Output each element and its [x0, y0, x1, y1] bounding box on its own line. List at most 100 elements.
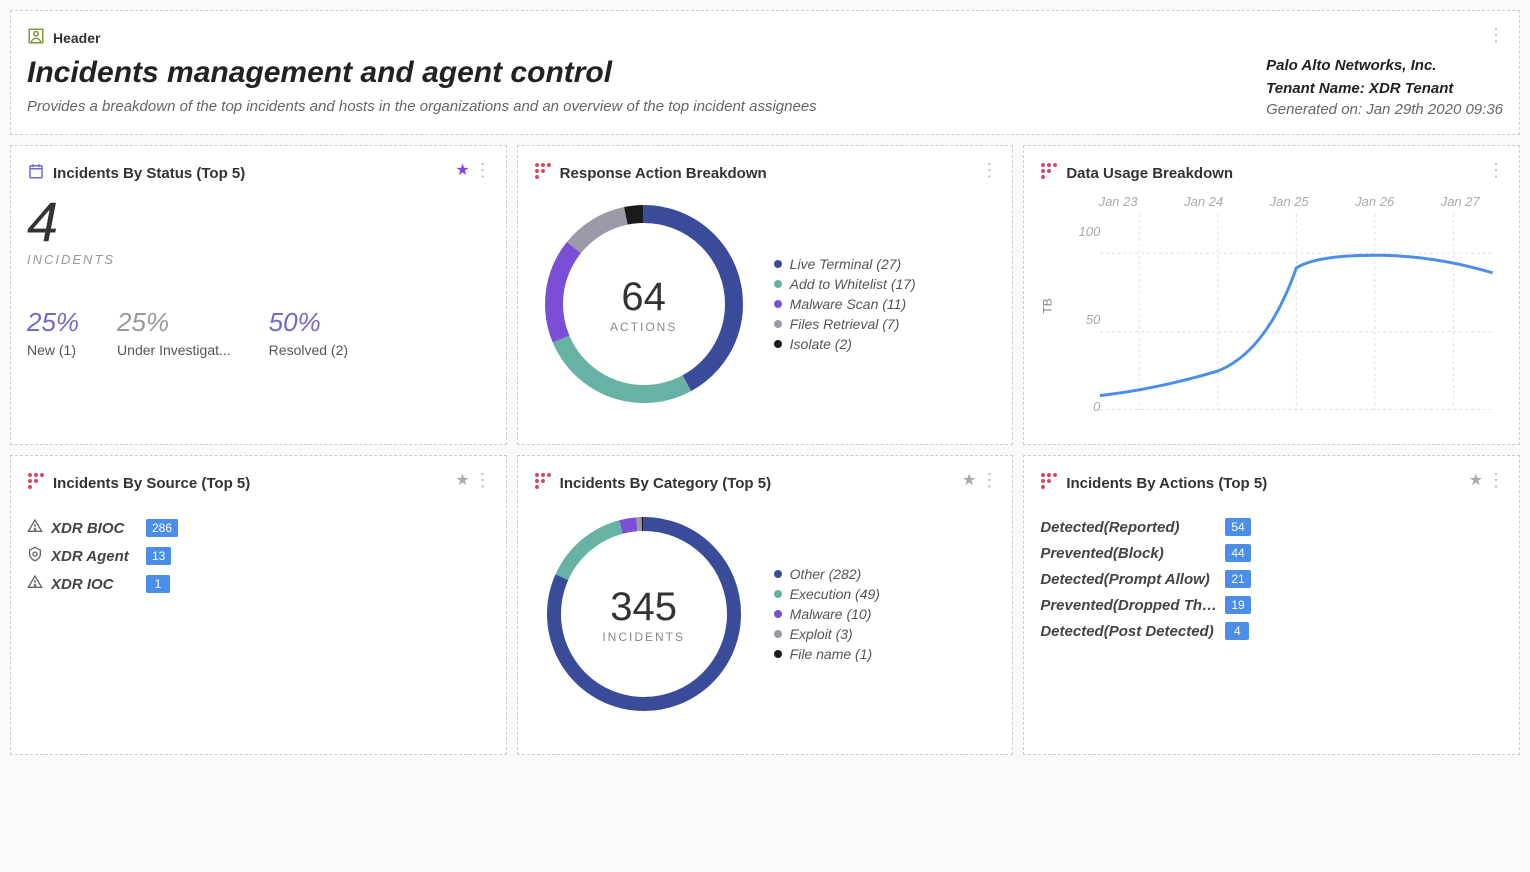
- category-total-label: INCIDENTS: [602, 630, 685, 644]
- panel-menu-icon[interactable]: ⋮: [474, 470, 492, 491]
- favorite-star-icon[interactable]: ★: [455, 160, 469, 180]
- legend-label: Malware Scan (11): [790, 296, 906, 312]
- x-label: Jan 24: [1184, 194, 1223, 209]
- y-label: 0: [1093, 399, 1100, 414]
- panel-menu-icon[interactable]: ⋮: [1487, 25, 1505, 46]
- bar-track: [1259, 575, 1503, 583]
- bar-track: [1259, 549, 1503, 557]
- legend-label: Files Retrieval (7): [790, 316, 900, 332]
- response-panel: Response Action Breakdown ⋮ 64 ACTIONS L…: [517, 145, 1014, 445]
- bar-track: [186, 524, 490, 532]
- action-count-badge: 19: [1225, 596, 1250, 614]
- category-total: 345: [610, 585, 677, 630]
- action-name: Detected(Reported): [1040, 519, 1225, 536]
- new-label: New (1): [27, 342, 79, 358]
- bar-track: [1259, 523, 1503, 531]
- action-name: Prevented(Dropped The ...: [1040, 597, 1225, 614]
- favorite-star-icon[interactable]: ★: [1469, 470, 1483, 490]
- response-donut-chart[interactable]: 64 ACTIONS: [534, 194, 754, 414]
- response-total-label: ACTIONS: [610, 320, 677, 334]
- panel-menu-icon[interactable]: ⋮: [980, 160, 998, 181]
- y-label: 50: [1086, 312, 1100, 327]
- actions-panel: Incidents By Actions (Top 5) ★ ⋮ Detecte…: [1023, 455, 1520, 755]
- incident-count-label: INCIDENTS: [27, 252, 490, 267]
- company-name: Palo Alto Networks, Inc.: [1266, 57, 1503, 74]
- investigating-label: Under Investigat...: [117, 342, 231, 358]
- favorite-star-icon[interactable]: ★: [455, 470, 469, 490]
- category-panel: Incidents By Category (Top 5) ★ ⋮ 345 IN…: [517, 455, 1014, 755]
- category-donut-chart[interactable]: 345 INCIDENTS: [534, 504, 754, 724]
- action-row[interactable]: Detected(Prompt Allow)21: [1040, 570, 1503, 588]
- grid-icon: [1040, 472, 1058, 494]
- category-title: Incidents By Category (Top 5): [560, 475, 771, 492]
- source-row[interactable]: XDR Agent13: [27, 546, 490, 566]
- action-row[interactable]: Prevented(Dropped The ...19: [1040, 596, 1503, 614]
- header-meta: Palo Alto Networks, Inc. Tenant Name: XD…: [1266, 27, 1503, 118]
- new-pct: 25%: [27, 307, 79, 338]
- action-count-badge: 21: [1225, 570, 1250, 588]
- action-count-badge: 44: [1225, 544, 1250, 562]
- bar-track: [1257, 627, 1503, 635]
- x-label: Jan 26: [1355, 194, 1394, 209]
- header-icon: [27, 27, 45, 48]
- legend-label: Live Terminal (27): [790, 256, 902, 272]
- bar-track: [179, 552, 489, 560]
- incident-count: 4: [27, 194, 490, 250]
- category-legend: Other (282) Execution (49) Malware (10) …: [774, 562, 880, 666]
- panel-menu-icon[interactable]: ⋮: [980, 470, 998, 491]
- panel-menu-icon[interactable]: ⋮: [1487, 470, 1505, 491]
- page-subtitle: Provides a breakdown of the top incident…: [27, 98, 817, 115]
- bar-track: [1259, 601, 1503, 609]
- grid-icon: [1040, 162, 1058, 184]
- y-axis-unit: TB: [1041, 298, 1055, 313]
- source-name: XDR IOC: [51, 576, 146, 593]
- source-count-badge: 1: [146, 575, 170, 593]
- panel-menu-icon[interactable]: ⋮: [1487, 160, 1505, 181]
- source-panel: Incidents By Source (Top 5) ★ ⋮ XDR BIOC…: [10, 455, 507, 755]
- actions-title: Incidents By Actions (Top 5): [1066, 475, 1267, 492]
- action-count-badge: 54: [1225, 518, 1250, 536]
- header-label-row: Header: [27, 27, 817, 48]
- panel-menu-icon[interactable]: ⋮: [474, 160, 492, 181]
- source-row[interactable]: XDR BIOC286: [27, 518, 490, 538]
- grid-icon: [27, 472, 45, 494]
- legend-label: File name (1): [790, 646, 872, 662]
- investigating-pct: 25%: [117, 307, 231, 338]
- action-count-badge: 4: [1225, 622, 1249, 640]
- legend-label: Malware (10): [790, 606, 872, 622]
- legend-label: Execution (49): [790, 586, 880, 602]
- source-row[interactable]: XDR IOC1: [27, 574, 490, 594]
- warning-icon: [27, 574, 45, 594]
- status-panel: Incidents By Status (Top 5) ★ ⋮ 4 INCIDE…: [10, 145, 507, 445]
- legend-label: Exploit (3): [790, 626, 853, 642]
- grid-icon: [534, 162, 552, 184]
- legend-label: Isolate (2): [790, 336, 852, 352]
- resolved-pct: 50%: [269, 307, 348, 338]
- resolved-label: Resolved (2): [269, 342, 348, 358]
- legend-label: Other (282): [790, 566, 862, 582]
- legend-label: Add to Whitelist (17): [790, 276, 916, 292]
- action-name: Detected(Prompt Allow): [1040, 571, 1225, 588]
- source-title: Incidents By Source (Top 5): [53, 475, 250, 492]
- action-name: Detected(Post Detected): [1040, 623, 1225, 640]
- action-row[interactable]: Detected(Post Detected)4: [1040, 622, 1503, 640]
- header-panel: Header Incidents management and agent co…: [10, 10, 1520, 135]
- shield-icon: [27, 546, 45, 566]
- status-icon: [27, 162, 45, 184]
- header-label: Header: [53, 30, 100, 46]
- action-row[interactable]: Detected(Reported)54: [1040, 518, 1503, 536]
- action-name: Prevented(Block): [1040, 545, 1225, 562]
- favorite-star-icon[interactable]: ★: [962, 470, 976, 490]
- response-legend: Live Terminal (27) Add to Whitelist (17)…: [774, 252, 916, 356]
- source-name: XDR Agent: [51, 548, 146, 565]
- usage-line-chart[interactable]: Jan 23 Jan 24 Jan 25 Jan 26 Jan 27 TB 10…: [1040, 194, 1503, 424]
- action-row[interactable]: Prevented(Block)44: [1040, 544, 1503, 562]
- grid-icon: [534, 472, 552, 494]
- x-label: Jan 27: [1441, 194, 1480, 209]
- tenant-name: Tenant Name: XDR Tenant: [1266, 80, 1503, 97]
- y-label: 100: [1079, 224, 1101, 239]
- response-total: 64: [621, 275, 666, 320]
- usage-title: Data Usage Breakdown: [1066, 165, 1233, 182]
- generated-on: Generated on: Jan 29th 2020 09:36: [1266, 101, 1503, 118]
- status-title: Incidents By Status (Top 5): [53, 165, 245, 182]
